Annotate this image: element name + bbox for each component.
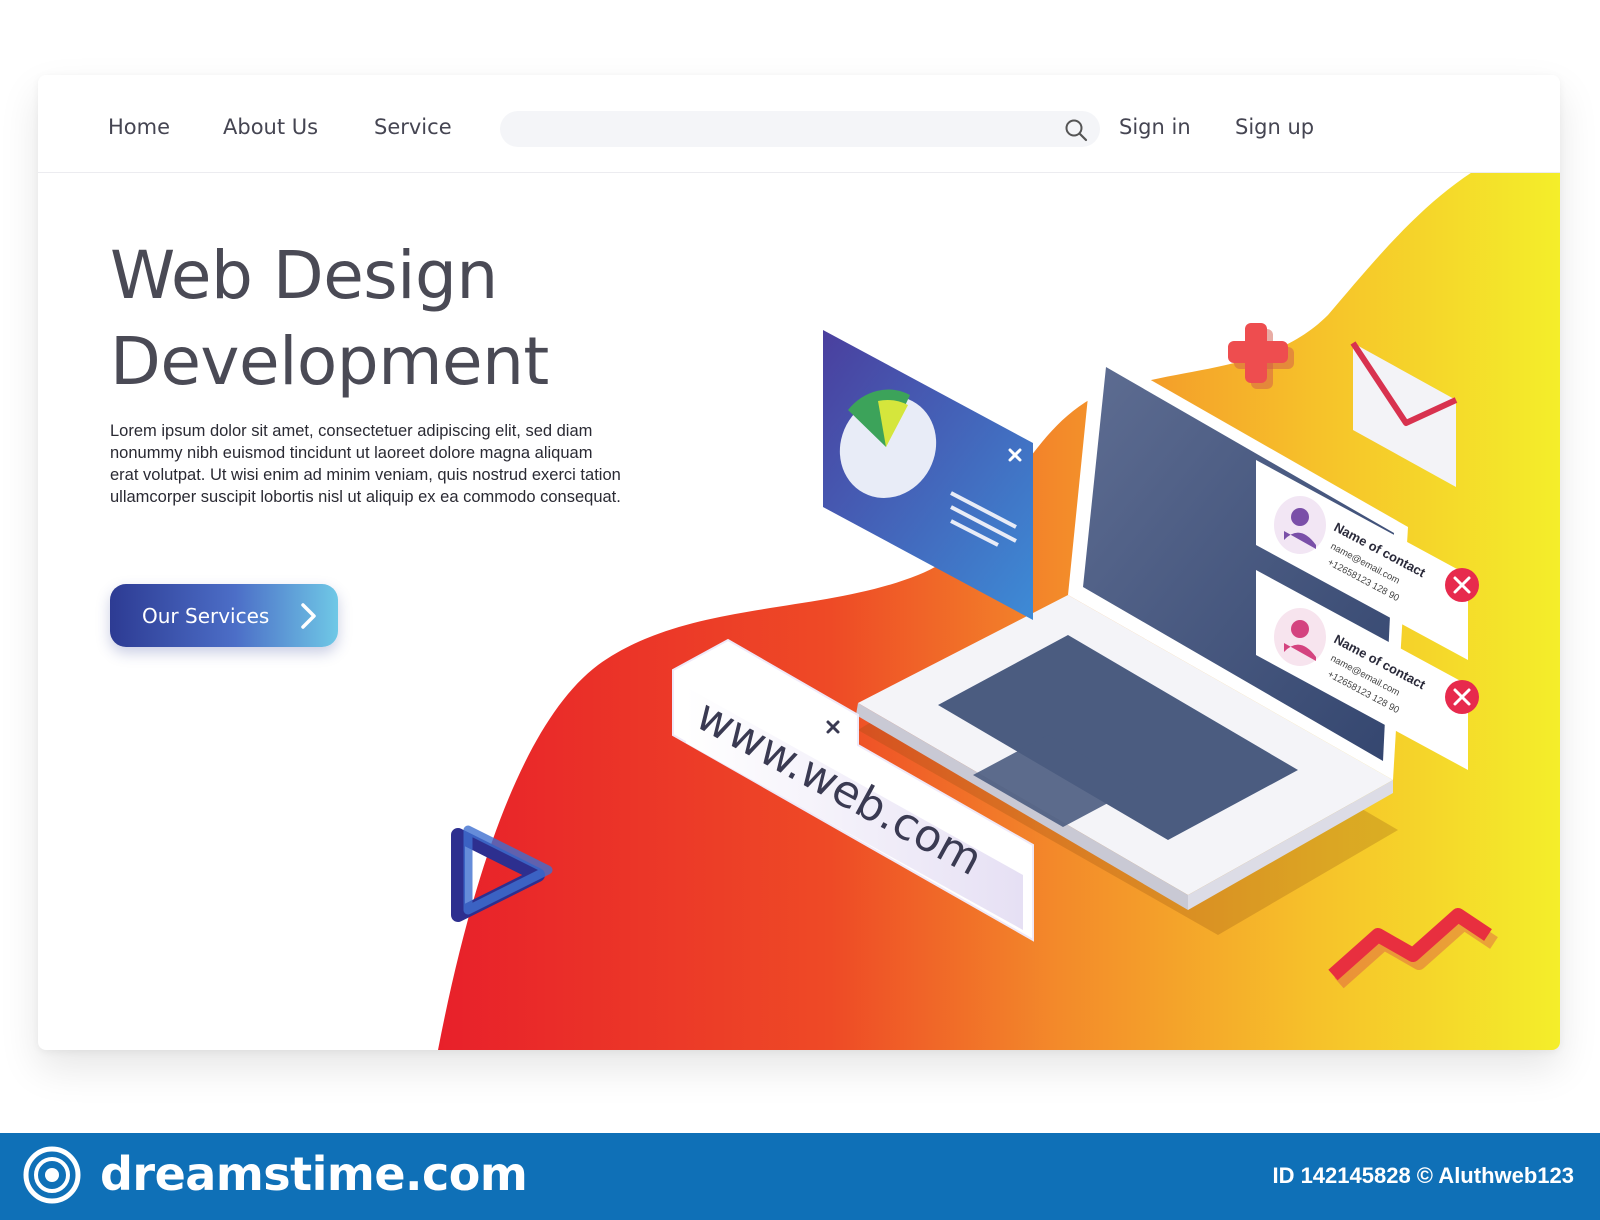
our-services-button[interactable]: Our Services bbox=[110, 584, 338, 647]
hero-description-line: Lorem ipsum dolor sit amet, consectetuer… bbox=[110, 422, 593, 440]
dreamstime-logo-icon bbox=[23, 1146, 81, 1204]
nav-home[interactable]: Home bbox=[108, 115, 170, 139]
hero-title-line-2: Development bbox=[110, 323, 549, 400]
hero-description: Lorem ipsum dolor sit amet, consectetuer… bbox=[110, 420, 670, 508]
our-services-label: Our Services bbox=[142, 603, 270, 628]
search-icon[interactable] bbox=[1063, 117, 1089, 143]
watermark-id: ID 142145828 © Aluthweb123 bbox=[1272, 1163, 1574, 1188]
top-nav: Home About Us Service Sign in Sign up bbox=[38, 75, 1560, 173]
sign-in-link[interactable]: Sign in bbox=[1119, 115, 1191, 139]
nav-service[interactable]: Service bbox=[374, 115, 452, 139]
sign-up-link[interactable]: Sign up bbox=[1235, 115, 1314, 139]
landing-page-card: Home About Us Service Sign in Sign up We… bbox=[38, 75, 1560, 1050]
hero-description-line: erat volutpat. Ut wisi enim ad minim ven… bbox=[110, 466, 621, 484]
hero-description-line: ullamcorper suscipit lobortis nisl ut al… bbox=[110, 488, 621, 506]
hero-title-line-1: Web Design bbox=[110, 237, 498, 314]
chevron-right-icon bbox=[301, 603, 316, 629]
hero-title: Web Design Development bbox=[110, 233, 710, 405]
watermark-site: dreamstime.com bbox=[100, 1147, 528, 1201]
watermark-bar: dreamstime.com ID 142145828 © Aluthweb12… bbox=[0, 1133, 1600, 1220]
background-blob bbox=[438, 135, 1560, 1050]
hero-description-line: nonummy nibh euismod tincidunt ut laoree… bbox=[110, 444, 593, 462]
nav-about-us[interactable]: About Us bbox=[223, 115, 318, 139]
search-input[interactable] bbox=[500, 111, 1100, 147]
